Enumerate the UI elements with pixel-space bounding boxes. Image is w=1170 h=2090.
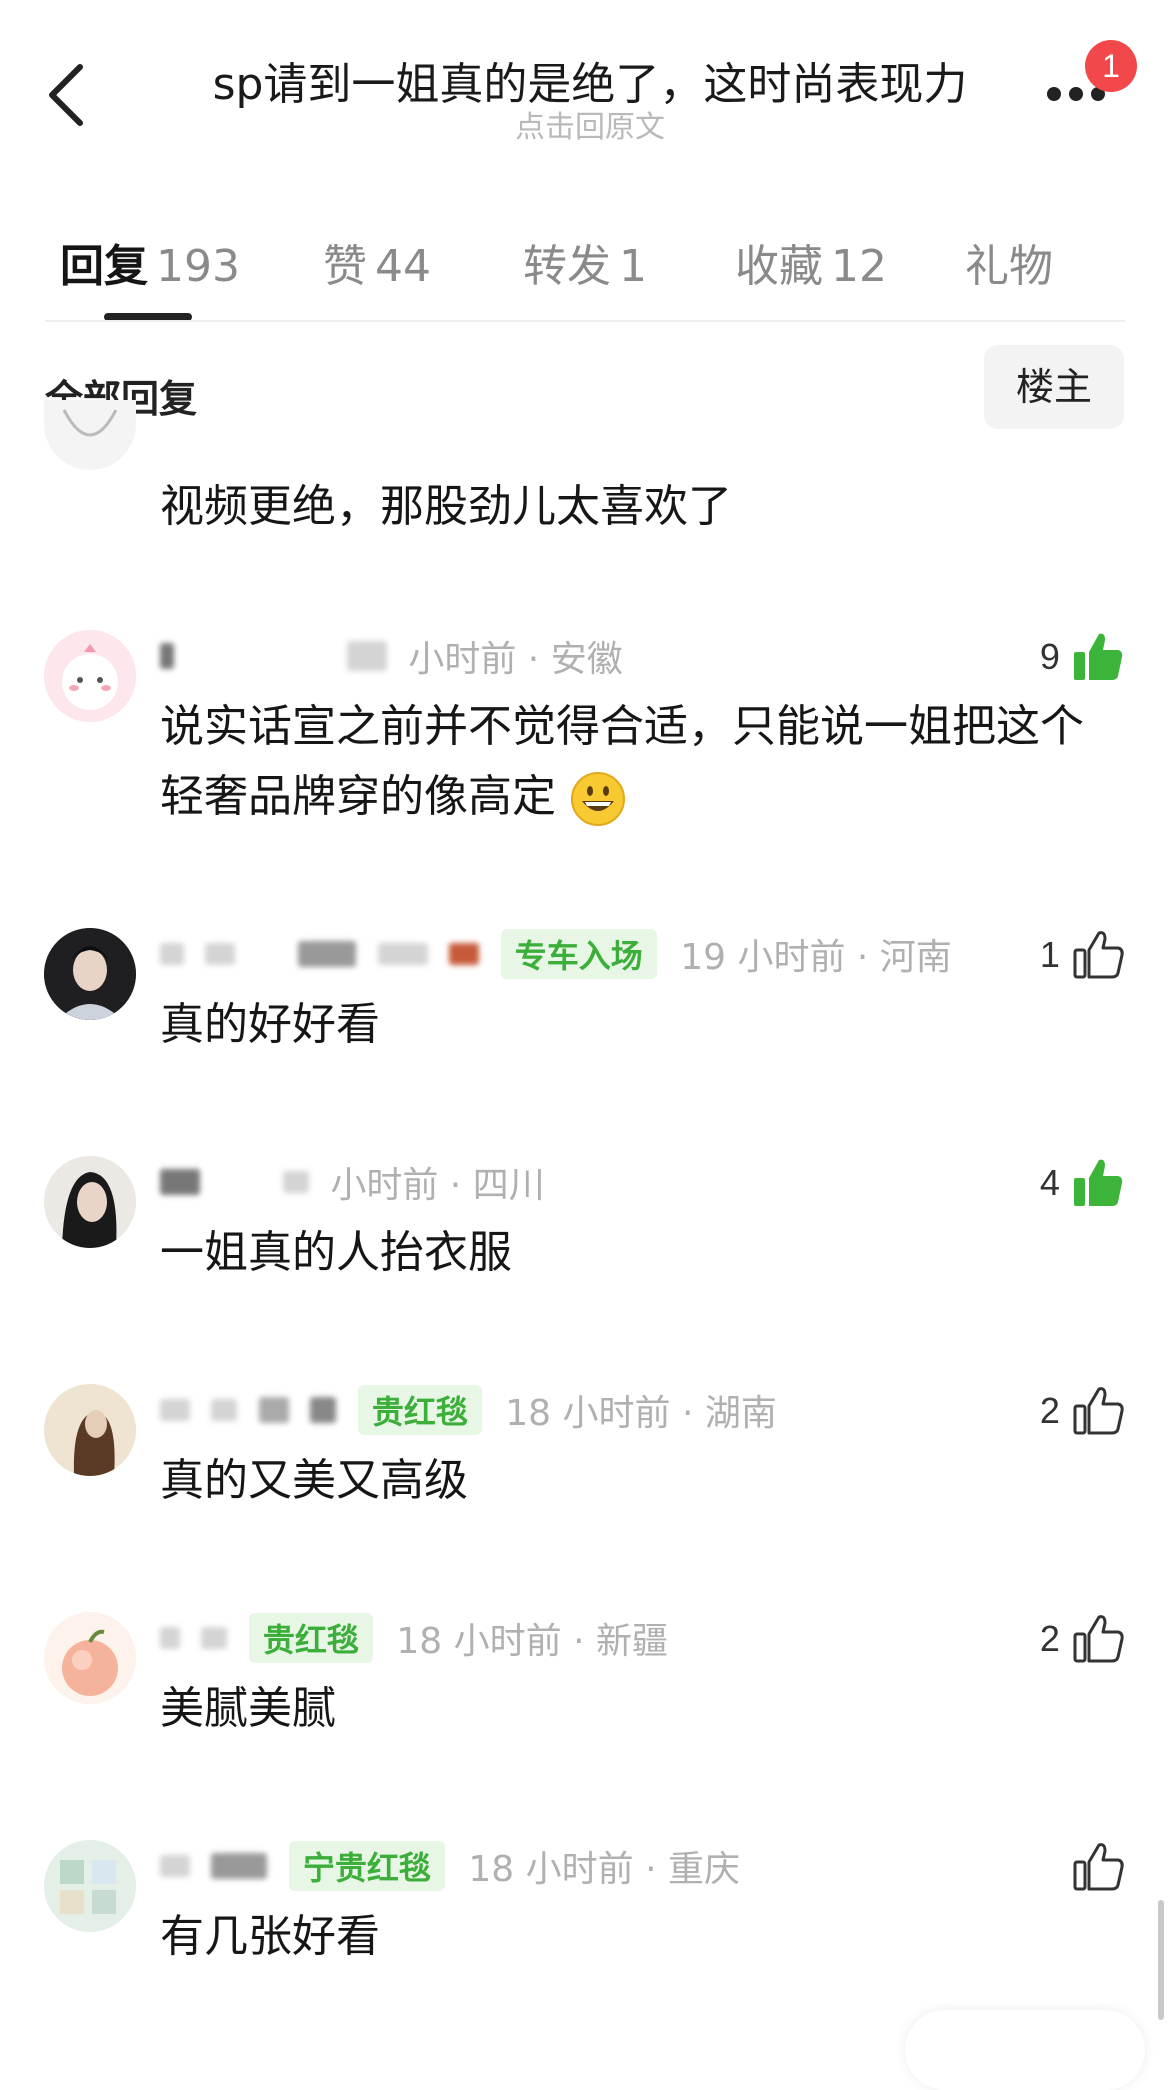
like-count: 2: [1039, 1390, 1060, 1431]
avatar[interactable]: [44, 1840, 136, 1932]
like-count: 4: [1039, 1162, 1060, 1203]
thumbs-up-icon: [1073, 1387, 1124, 1435]
floating-reply-button[interactable]: [905, 2010, 1145, 2090]
like-button[interactable]: 4: [1040, 1156, 1125, 1216]
tab-count: 44: [375, 241, 431, 292]
comment-time-location: 18 小时前 · 湖南: [505, 1393, 777, 1434]
op-only-button[interactable]: 楼主: [984, 345, 1124, 429]
tab-replies[interactable]: 回复 193: [60, 230, 240, 294]
comment-meta: 小时前 · 四川: [160, 1156, 545, 1206]
avatar[interactable]: [44, 400, 136, 470]
divider: [45, 320, 1125, 322]
tab-label: 转发: [523, 241, 611, 292]
tab-label: 回复: [60, 241, 148, 292]
comment-text: 说实话宣之前并不觉得合适，只能说一姐把这个轻奢品牌穿的像高定: [160, 692, 1120, 832]
tab-count: 1: [619, 241, 647, 292]
like-button[interactable]: 1: [1040, 928, 1125, 988]
back-button[interactable]: [40, 55, 100, 135]
like-button[interactable]: [1071, 1840, 1125, 1900]
comment-time-location: 19 小时前 · 河南: [680, 937, 952, 978]
comment-meta: 贵红毯 18 小时前 · 湖南: [160, 1384, 777, 1435]
avatar[interactable]: [44, 1156, 136, 1248]
comment-text: 有几张好看: [160, 1911, 380, 1962]
tab-gifts[interactable]: 礼物: [965, 230, 1061, 294]
comment-time-location: 小时前 · 四川: [330, 1165, 545, 1206]
like-count: 9: [1039, 636, 1060, 677]
thumbs-up-icon: [1073, 931, 1124, 979]
avatar[interactable]: [44, 630, 136, 722]
like-button[interactable]: 2: [1040, 1384, 1125, 1444]
like-count: 2: [1039, 1618, 1060, 1659]
tab-likes[interactable]: 赞 44: [323, 230, 431, 294]
back-icon: [49, 64, 83, 126]
comment-text: 一姐真的人抬衣服: [160, 1227, 512, 1278]
comment-meta: 宁贵红毯 18 小时前 · 重庆: [160, 1840, 740, 1891]
comment-time-location: 18 小时前 · 重庆: [468, 1849, 740, 1890]
avatar[interactable]: [44, 1612, 136, 1704]
avatar[interactable]: [44, 1384, 136, 1476]
tab-count: 12: [831, 241, 887, 292]
comment-item: 宁贵红毯 18 小时前 · 重庆 有几张好看: [0, 1840, 1170, 1980]
thumbs-up-filled-icon: [1074, 633, 1123, 680]
tab-reposts[interactable]: 转发 1: [523, 230, 647, 294]
comment-text: 真的好好看: [160, 999, 380, 1050]
thumbs-up-icon: [1073, 1615, 1124, 1663]
comment-time-location: 18 小时前 · 新疆: [396, 1621, 668, 1662]
tab-favorites[interactable]: 收藏 12: [735, 230, 887, 294]
thumbs-up-icon: [1073, 1843, 1124, 1891]
comment-item: 贵红毯 18 小时前 · 湖南 2 真的又美又高级: [0, 1384, 1170, 1524]
tab-label: 礼物: [965, 241, 1053, 292]
notification-badge: 1: [1085, 40, 1137, 92]
comment-meta: 贵红毯 18 小时前 · 新疆: [160, 1612, 668, 1663]
like-count: 1: [1039, 934, 1060, 975]
comment-time-location: 小时前 · 安徽: [408, 639, 623, 680]
tab-label: 收藏: [735, 241, 823, 292]
comment-item: 专车入场 19 小时前 · 河南 1 真的好好看: [0, 928, 1170, 1068]
like-button[interactable]: 9: [1040, 630, 1125, 690]
user-badge: 贵红毯: [248, 1613, 373, 1663]
comment-text: 美腻美腻: [160, 1683, 336, 1734]
comment-item: 小时前 · 四川 4 一姐真的人抬衣服: [0, 1156, 1170, 1296]
comment-meta: 小时前 · 安徽: [160, 630, 623, 680]
comment-item: 贵红毯 18 小时前 · 新疆 2 美腻美腻: [0, 1612, 1170, 1752]
tab-count: 193: [156, 241, 240, 292]
back-to-original-link[interactable]: 点击回原文: [180, 102, 1000, 146]
comment-meta: 专车入场 19 小时前 · 河南: [160, 928, 952, 979]
username-redacted: [160, 643, 174, 669]
tab-label: 赞: [323, 241, 367, 292]
thumbs-up-filled-icon: [1074, 1159, 1123, 1206]
comment-text: 视频更绝，那股劲儿太喜欢了: [160, 481, 732, 532]
scrollbar[interactable]: [1158, 1900, 1164, 2020]
user-badge: 贵红毯: [357, 1385, 482, 1435]
user-badge: 专车入场: [500, 929, 657, 979]
comment-item: 视频更绝，那股劲儿太喜欢了: [0, 400, 1170, 566]
user-badge: 宁贵红毯: [288, 1841, 445, 1891]
tab-bar: 回复 193 赞 44 转发 1 收藏 12 礼物: [45, 220, 1125, 320]
grinning-emoji-icon: [571, 772, 625, 826]
comment-item: 小时前 · 安徽 9 说实话宣之前并不觉得合适，只能说一姐把这个轻奢品牌穿的像高…: [0, 630, 1170, 830]
like-button[interactable]: 2: [1040, 1612, 1125, 1672]
comment-text: 真的又美又高级: [160, 1455, 468, 1506]
header: sp请到一姐真的是绝了，这时尚表现力 点击回原文 1: [0, 0, 1170, 180]
avatar[interactable]: [44, 928, 136, 1020]
